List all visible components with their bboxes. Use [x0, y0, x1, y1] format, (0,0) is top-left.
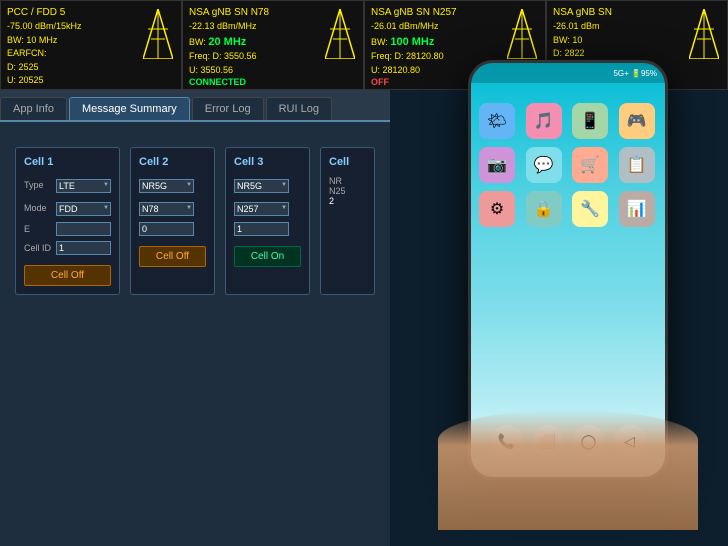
app-6: 💬 — [526, 147, 562, 183]
tower-icon-2 — [325, 9, 355, 59]
cell3-cellid-row — [234, 222, 301, 236]
cell4-cellid: 2 — [329, 196, 366, 206]
cell1-e-input[interactable] — [56, 222, 111, 236]
cell3-band-select-wrapper: N257 — [234, 199, 289, 217]
panel3-freq-label: Freq: — [371, 51, 392, 61]
panel1-title: PCC / FDD — [7, 7, 57, 18]
cell1-off-button[interactable]: Cell Off — [24, 265, 111, 286]
app-10: 🔒 — [526, 191, 562, 227]
cell-2-panel: Cell 2 NR5G N78 Cell Off — [130, 147, 215, 295]
cell2-cellid-input[interactable] — [139, 222, 194, 236]
panel1-ul: 20525 — [19, 75, 44, 85]
cell1-cellid-label: Cell ID — [24, 243, 52, 253]
panel1-earfcn: EARFCN: — [7, 48, 47, 58]
cell3-title: Cell 3 — [234, 156, 301, 168]
panel2-freq-label: Freq: — [189, 51, 210, 61]
cell4-band: N25 — [329, 186, 366, 196]
main-content-area: Cell 1 Type LTE Mode FDD E — [0, 120, 390, 546]
phone-overlay: 5G+ 🔋95% 🌤 🎵 📱 🎮 📷 💬 🛒 📋 ⚙ 🔒 🔧 📊 📞 ⬜ — [438, 40, 698, 530]
panel2-bw-value: 20 MHz — [208, 36, 246, 48]
cell3-band-row: N257 — [234, 199, 301, 217]
app-11: 🔧 — [572, 191, 608, 227]
panel2-ul-freq: U: 3550.56 — [189, 65, 233, 75]
panel2-status: CONNECTED — [189, 77, 357, 87]
cell1-cellid-row: Cell ID — [24, 241, 111, 255]
cell3-band-select[interactable]: N257 — [234, 202, 289, 216]
cell1-mode-select[interactable]: FDD — [56, 202, 111, 216]
panel3-band: N257 — [433, 7, 457, 18]
panel-pcc-fdd: PCC / FDD 5 -75.00 dBm/15kHz BW: 10 MHz … — [0, 0, 182, 90]
app-3: 📱 — [572, 103, 608, 139]
cell2-band-row: N78 — [139, 199, 206, 217]
cell2-title: Cell 2 — [139, 156, 206, 168]
cell2-type-select[interactable]: NR5G — [139, 179, 194, 193]
panel2-bw-label: BW: — [189, 37, 206, 47]
app-4: 🎮 — [619, 103, 655, 139]
cell-1-panel: Cell 1 Type LTE Mode FDD E — [15, 147, 120, 295]
panel2-dl-freq: D: 3550.56 — [213, 51, 257, 61]
cell2-type-select-wrapper: NR5G — [139, 176, 194, 194]
cell4-type: NR — [329, 176, 366, 186]
cell3-type-select[interactable]: NR5G — [234, 179, 289, 193]
cells-container: Cell 1 Type LTE Mode FDD E — [15, 147, 375, 295]
cell1-cellid-input[interactable] — [56, 241, 111, 255]
cell1-type-row: Type LTE — [24, 176, 111, 194]
cell-3-panel: Cell 3 NR5G N257 Cell On — [225, 147, 310, 295]
cell1-mode-row: Mode FDD — [24, 199, 111, 217]
cell2-cellid-row — [139, 222, 206, 236]
cell1-mode-label: Mode — [24, 203, 52, 213]
cell3-type-select-wrapper: NR5G — [234, 176, 289, 194]
cell1-title: Cell 1 — [24, 156, 111, 168]
cell2-band-select-wrapper: N78 — [139, 199, 194, 217]
app-9: ⚙ — [479, 191, 515, 227]
cell1-e-row: E — [24, 222, 111, 236]
phone-signal: 5G+ — [613, 69, 628, 78]
tower-icon-1 — [143, 9, 173, 59]
cell3-type-row: NR5G — [234, 176, 301, 194]
cell1-mode-select-wrapper: FDD — [56, 199, 111, 217]
app-weather: 🌤 — [479, 103, 515, 139]
cell1-type-label: Type — [24, 180, 52, 190]
app-music: 🎵 — [526, 103, 562, 139]
phone-battery: 🔋95% — [631, 69, 657, 78]
panel4-title: NSA gNB SN — [553, 7, 612, 18]
cell1-type-select-wrapper: LTE — [56, 176, 111, 194]
app-7: 🛒 — [572, 147, 608, 183]
panel3-ul-freq: U: 28120.80 — [371, 65, 420, 75]
phone-status-bar: 5G+ 🔋95% — [471, 63, 665, 83]
panel1-number: 5 — [60, 7, 66, 18]
cell2-band-select[interactable]: N78 — [139, 202, 194, 216]
panel3-bw-label: BW: — [371, 37, 388, 47]
cell3-on-button[interactable]: Cell On — [234, 246, 301, 267]
tab-rui-log[interactable]: RUI Log — [266, 97, 332, 120]
cell1-type-select[interactable]: LTE — [56, 179, 111, 193]
cell-4-panel: Cell NR N25 2 — [320, 147, 375, 295]
cell2-type-row: NR5G — [139, 176, 206, 194]
cell3-cellid-input[interactable] — [234, 222, 289, 236]
panel3-title: NSA gNB SN — [371, 7, 430, 18]
app-5: 📷 — [479, 147, 515, 183]
cell1-e-label: E — [24, 224, 52, 234]
panel1-dl: 2525 — [19, 62, 39, 72]
panel1-bw-value: 10 MHz — [26, 35, 57, 45]
panel1-bw-label: BW: — [7, 35, 24, 45]
hand-holder — [438, 410, 698, 530]
panel-nsa-gnb-n78: NSA gNB SN N78 -22.13 dBm/MHz BW: 20 MHz… — [182, 0, 364, 90]
cell4-title: Cell — [329, 156, 366, 168]
tab-message-summary[interactable]: Message Summary — [69, 97, 190, 120]
tabs-bar: App Info Message Summary Error Log RUI L… — [0, 90, 390, 120]
panel3-bw-value: 100 MHz — [390, 36, 434, 48]
phone-app-grid: 🌤 🎵 📱 🎮 📷 💬 🛒 📋 ⚙ 🔒 🔧 📊 — [471, 93, 665, 237]
tab-app-info[interactable]: App Info — [0, 97, 67, 120]
cell2-off-button[interactable]: Cell Off — [139, 246, 206, 267]
app-12: 📊 — [619, 191, 655, 227]
panel3-dl-freq: D: 28120.80 — [395, 51, 444, 61]
panel2-title: NSA gNB SN — [189, 7, 248, 18]
tab-error-log[interactable]: Error Log — [192, 97, 264, 120]
app-8: 📋 — [619, 147, 655, 183]
panel2-band: N78 — [251, 7, 269, 18]
